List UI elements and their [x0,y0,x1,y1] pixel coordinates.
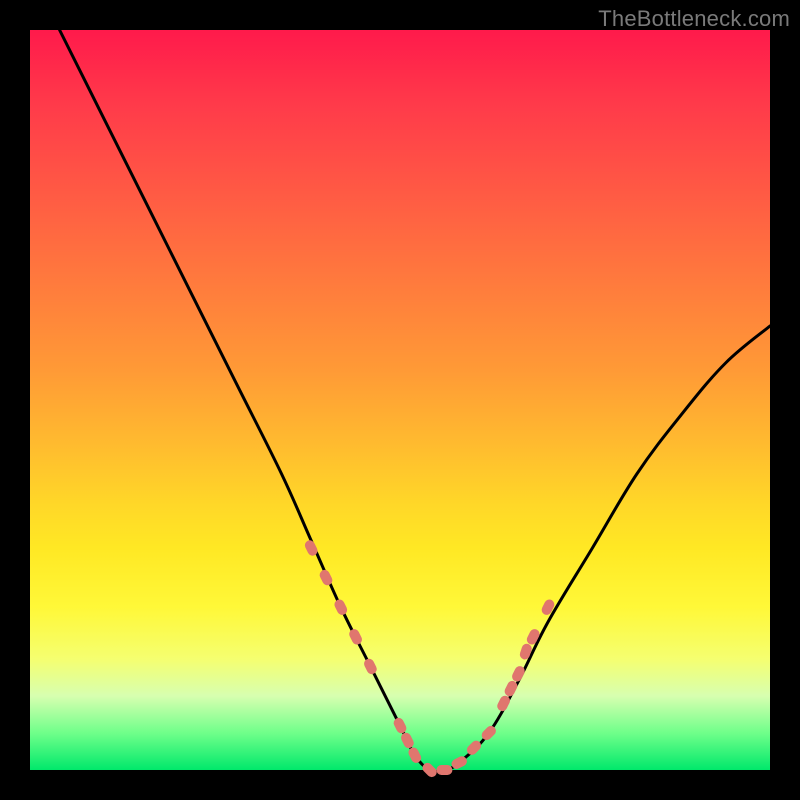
highlight-dot [436,765,452,775]
plot-area [30,30,770,770]
chart-frame: TheBottleneck.com [0,0,800,800]
highlight-dot [399,731,415,750]
bottleneck-curve-path [60,30,770,772]
dots-layer [303,539,556,780]
highlight-dot [392,716,408,735]
highlight-dot [362,657,378,676]
curve-layer [60,30,770,772]
watermark-text: TheBottleneck.com [598,6,790,32]
highlight-dot [333,598,349,617]
chart-svg [30,30,770,770]
highlight-dot [348,627,364,646]
